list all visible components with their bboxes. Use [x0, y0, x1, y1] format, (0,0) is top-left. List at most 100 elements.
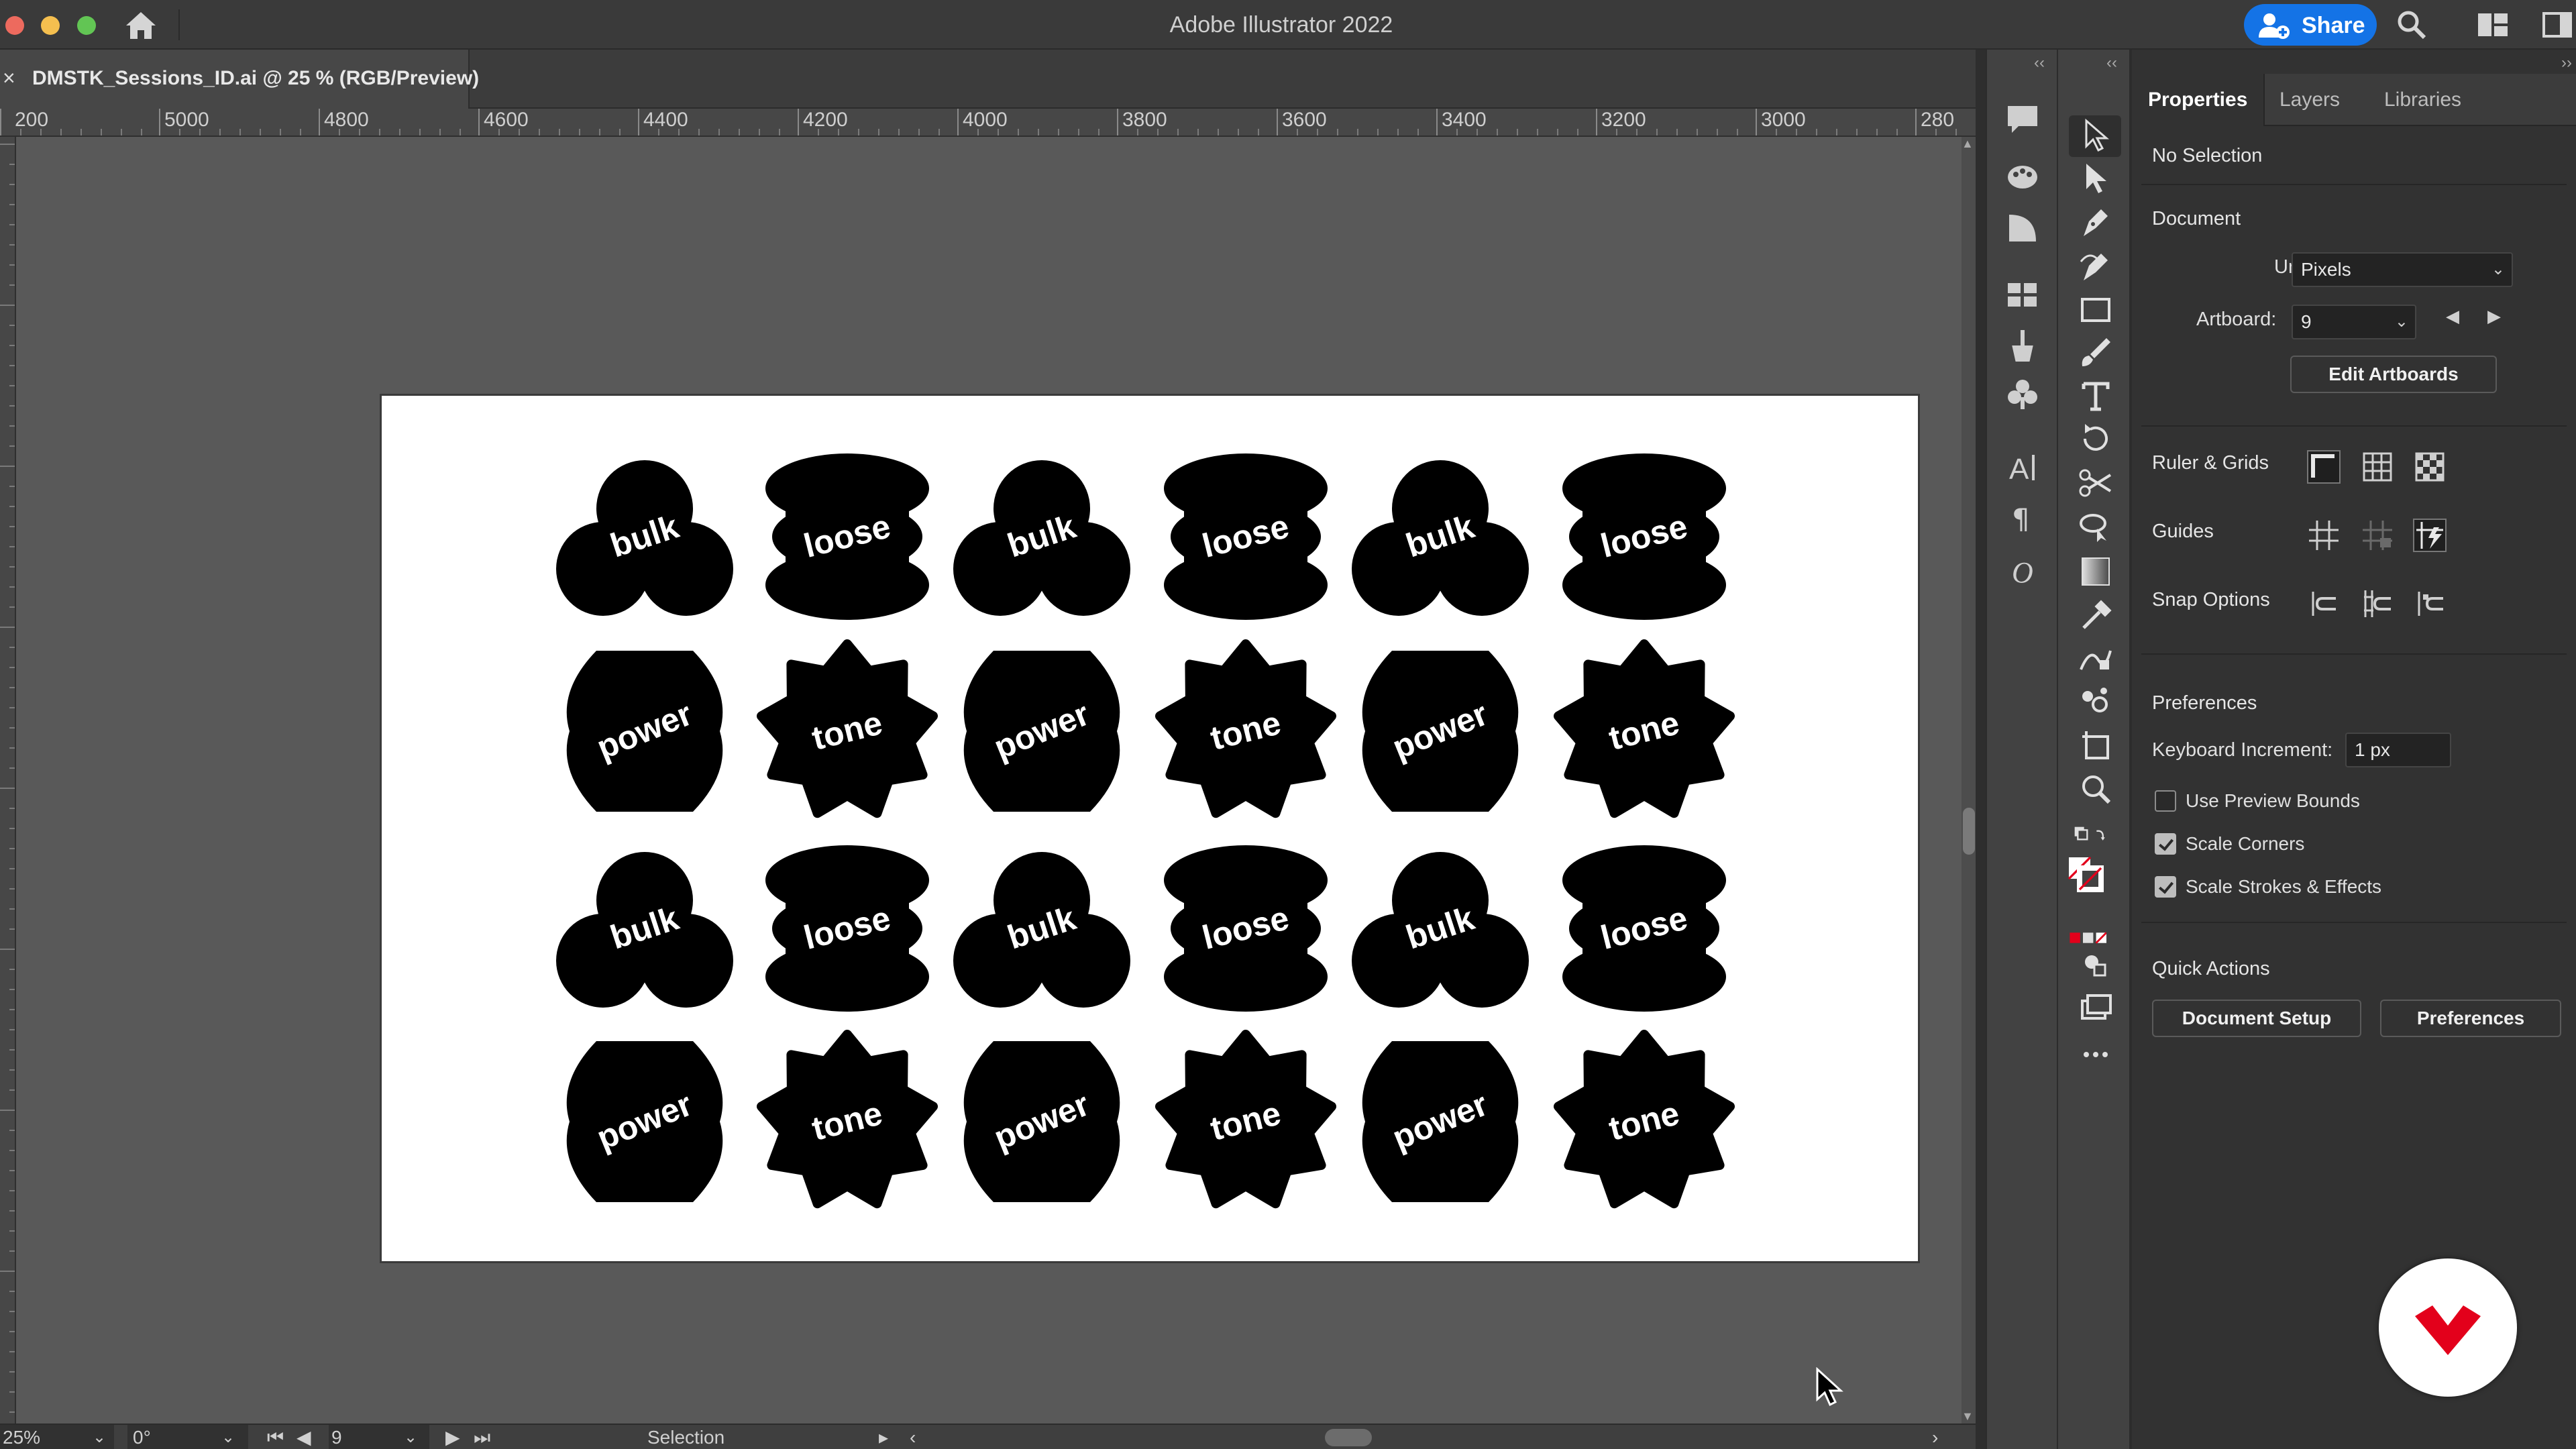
chevron-down-icon[interactable]: ⌄ — [93, 1425, 106, 1449]
window-close-button[interactable] — [5, 16, 24, 35]
loose-shape[interactable]: loose — [1562, 453, 1726, 620]
window-maximize-button[interactable] — [77, 16, 96, 35]
horizontal-ruler[interactable]: 200 5000 4800 4600 4400 4200 4000 3800 3600 3400 3… — [0, 109, 1976, 137]
snap-to-grid-icon[interactable] — [2360, 586, 2395, 621]
collapse-panel-icon[interactable]: ›› — [2561, 54, 2572, 72]
keyboard-increment-input[interactable]: 1 px — [2345, 733, 2451, 767]
workspace-switcher-icon[interactable] — [2477, 12, 2509, 41]
use-preview-bounds-checkbox[interactable] — [2155, 790, 2176, 812]
bulk-shape[interactable]: bulk — [556, 460, 733, 616]
loose-shape[interactable]: loose — [1164, 453, 1328, 620]
character-icon[interactable]: A — [2005, 449, 2040, 486]
chevron-down-icon[interactable]: ⌄ — [221, 1425, 235, 1449]
power-shape[interactable]: power — [566, 651, 723, 812]
zoom-tool-icon[interactable] — [2077, 770, 2114, 808]
color-guide-icon[interactable] — [2005, 211, 2040, 246]
rotate-view-field[interactable]: 0° ⌄ — [127, 1425, 248, 1449]
power-shape[interactable]: power — [963, 1041, 1120, 1202]
color-palette-icon[interactable] — [2005, 158, 2040, 193]
edit-artboards-button[interactable]: Edit Artboards — [2290, 356, 2497, 393]
vertical-scrollbar[interactable]: ▲ ▼ — [1962, 137, 1976, 1424]
loose-shape[interactable]: loose — [1164, 845, 1328, 1012]
scroll-up-icon[interactable]: ▲ — [1962, 137, 1974, 151]
shape-builder-tool-icon[interactable] — [2077, 508, 2114, 546]
search-icon[interactable] — [2395, 8, 2427, 44]
share-button[interactable]: Share — [2244, 4, 2377, 46]
power-shape[interactable]: power — [1362, 1041, 1519, 1202]
snap-to-point-icon[interactable] — [2306, 586, 2341, 621]
direct-selection-tool-icon[interactable] — [2077, 160, 2114, 197]
comments-icon[interactable] — [2005, 102, 2040, 137]
snap-to-pixel-icon[interactable] — [2412, 586, 2447, 621]
scroll-down-icon[interactable]: ▼ — [1962, 1409, 1974, 1424]
bulk-shape[interactable]: bulk — [953, 852, 1130, 1008]
loose-shape[interactable]: loose — [1562, 845, 1726, 1012]
show-guides-icon[interactable] — [2306, 518, 2341, 553]
previous-artboard-icon[interactable]: ◀ — [2446, 306, 2459, 327]
show-grid-icon[interactable] — [2360, 449, 2395, 484]
power-shape[interactable]: power — [1362, 651, 1519, 812]
previous-artboard-icon[interactable]: ◀ — [297, 1425, 311, 1449]
brand-logo-badge[interactable] — [2379, 1258, 2517, 1397]
zoom-level-field[interactable]: 25% ⌄ — [0, 1425, 114, 1449]
preferences-button[interactable]: Preferences — [2380, 1000, 2561, 1037]
power-shape[interactable]: power — [566, 1041, 723, 1202]
tone-shape[interactable]: tone — [1155, 639, 1336, 818]
bulk-shape[interactable]: bulk — [1352, 852, 1529, 1008]
curvature-tool-icon[interactable] — [2077, 248, 2114, 286]
vertical-scroll-thumb[interactable] — [1963, 808, 1975, 855]
artboard[interactable]: bulk loose bulk loose bulk loose power tone powe… — [382, 396, 1918, 1261]
collapse-dock-icon[interactable]: ‹‹ — [2034, 54, 2045, 72]
bulk-shape[interactable]: bulk — [556, 852, 733, 1008]
panel-toggle-icon[interactable] — [2542, 12, 2572, 41]
bulk-shape[interactable]: bulk — [1352, 460, 1529, 616]
brushes-icon[interactable] — [2005, 327, 2040, 362]
screen-mode-icon[interactable] — [2077, 989, 2114, 1026]
paragraph-icon[interactable]: ¶ — [2005, 499, 2040, 535]
swap-fill-stroke-icon[interactable] — [2072, 814, 2120, 852]
status-text[interactable]: Selection — [647, 1425, 724, 1449]
next-artboard-icon[interactable]: ▶ — [445, 1425, 460, 1449]
scale-strokes-effects-checkbox[interactable] — [2155, 876, 2176, 898]
drawing-modes-icon[interactable] — [2077, 946, 2114, 983]
blend-tool-icon[interactable] — [2077, 640, 2114, 678]
canvas[interactable]: bulk loose bulk loose bulk loose power tone powe… — [16, 137, 1962, 1424]
home-icon[interactable] — [125, 11, 157, 40]
selection-tool-icon[interactable] — [2077, 117, 2114, 154]
scale-corners-checkbox[interactable] — [2155, 833, 2176, 855]
loose-shape[interactable]: loose — [765, 845, 929, 1012]
lock-guides-icon[interactable] — [2360, 518, 2395, 553]
status-menu-arrow-icon[interactable]: ▸ — [879, 1425, 888, 1449]
scroll-right-icon[interactable]: › — [1932, 1425, 1938, 1449]
next-artboard-icon[interactable]: ▶ — [2487, 306, 2501, 327]
gradient-tool-icon[interactable] — [2077, 553, 2114, 590]
last-artboard-icon[interactable]: ⏭ — [474, 1425, 490, 1449]
vertical-ruler[interactable] — [0, 137, 16, 1425]
tone-shape[interactable]: tone — [1554, 639, 1735, 818]
scroll-left-icon[interactable]: ‹ — [910, 1425, 916, 1449]
scissors-tool-icon[interactable] — [2077, 464, 2114, 502]
power-shape[interactable]: power — [963, 651, 1120, 812]
color-mode-icons[interactable] — [2069, 919, 2123, 944]
close-tab-icon[interactable]: × — [3, 66, 15, 91]
fill-stroke-icon[interactable] — [2066, 855, 2123, 911]
artboard-dropdown[interactable]: 9 ⌄ — [2292, 305, 2416, 339]
units-dropdown[interactable]: Pixels ⌄ — [2292, 252, 2513, 287]
opentype-icon[interactable]: O — [2005, 553, 2040, 589]
symbols-icon[interactable] — [2005, 377, 2040, 412]
pen-tool-icon[interactable] — [2077, 204, 2114, 241]
artboard-tool-icon[interactable] — [2077, 726, 2114, 763]
smart-guides-icon[interactable] — [2412, 518, 2447, 553]
swatches-icon[interactable] — [2005, 278, 2040, 313]
loose-shape[interactable]: loose — [765, 453, 929, 620]
tone-shape[interactable]: tone — [1155, 1030, 1336, 1209]
show-rulers-icon[interactable] — [2306, 449, 2341, 484]
tone-shape[interactable]: tone — [757, 639, 938, 818]
tab-properties[interactable]: Properties — [2132, 74, 2265, 126]
tab-layers[interactable]: Layers — [2263, 74, 2356, 126]
more-tools-icon[interactable] — [2077, 1036, 2114, 1073]
bulk-shape[interactable]: bulk — [953, 460, 1130, 616]
transparency-grid-icon[interactable] — [2412, 449, 2447, 484]
tone-shape[interactable]: tone — [1554, 1030, 1735, 1209]
horizontal-scroll-thumb[interactable] — [1325, 1429, 1372, 1446]
